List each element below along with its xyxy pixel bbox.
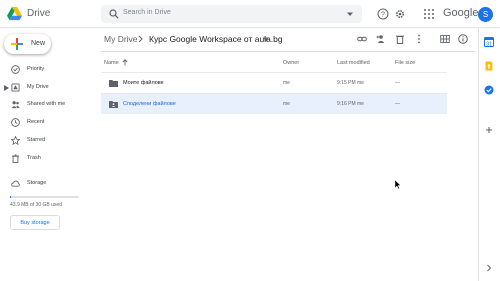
search-input[interactable]: Search in Drive xyxy=(123,9,171,16)
google-wordmark[interactable]: Google xyxy=(443,7,478,19)
sidebar-item-label: Priority xyxy=(27,66,45,72)
file-last-modified: 9:16 PM me xyxy=(337,101,364,107)
account-avatar[interactable]: S xyxy=(478,7,493,22)
keep-icon[interactable] xyxy=(484,61,494,71)
plus-icon xyxy=(11,38,23,50)
sidebar-item-label: Trash xyxy=(27,155,41,161)
buy-storage-button[interactable]: Buy storage xyxy=(10,215,60,230)
grid-view-icon[interactable] xyxy=(440,34,450,44)
storage-progress-fill xyxy=(10,196,12,198)
file-size: — xyxy=(395,101,400,107)
tasks-icon[interactable] xyxy=(484,85,494,95)
breadcrumb-my-drive[interactable]: My Drive xyxy=(104,34,138,44)
file-last-modified: 9:15 PM me xyxy=(337,80,364,86)
sidebar-item-label: My Drive xyxy=(27,84,49,90)
more-vertical-icon[interactable] xyxy=(414,34,424,44)
checkbox-icon xyxy=(11,65,20,74)
search-options-icon[interactable] xyxy=(346,10,354,18)
trash-icon xyxy=(11,154,20,163)
sidebar-item-label: Starred xyxy=(27,137,46,143)
settings-gear-icon[interactable] xyxy=(394,8,406,20)
side-panel: 31 xyxy=(478,28,500,281)
column-header-file-size[interactable]: File size xyxy=(395,60,415,66)
mouse-cursor-icon xyxy=(395,180,401,189)
trash-icon[interactable] xyxy=(395,34,405,44)
column-header-owner[interactable]: Owner xyxy=(283,60,299,66)
sidebar-item-label: Storage xyxy=(27,180,47,186)
storage-usage-text: 43.9 MB of 30 GB used xyxy=(10,202,62,208)
table-row-selected[interactable]: Споделени файлове me 9:16 PM me — xyxy=(101,93,447,114)
storage-progress-bar xyxy=(10,196,79,198)
help-icon[interactable]: ? xyxy=(377,8,389,20)
add-person-icon[interactable] xyxy=(376,34,386,44)
svg-text:31: 31 xyxy=(486,41,492,47)
file-owner: me xyxy=(283,101,290,107)
info-icon[interactable] xyxy=(458,34,468,44)
apps-grid-icon[interactable] xyxy=(423,8,435,20)
folder-icon xyxy=(109,80,118,87)
sort-arrow-up-icon[interactable] xyxy=(122,59,128,66)
header-divider xyxy=(101,51,475,52)
shared-folder-icon xyxy=(109,101,118,108)
sidebar-item-storage[interactable]: Storage xyxy=(0,176,95,192)
new-button[interactable]: New xyxy=(4,34,51,54)
drive-logo-icon[interactable] xyxy=(7,6,22,21)
chevron-right-icon[interactable] xyxy=(484,263,494,273)
file-owner: me xyxy=(283,80,290,86)
clock-icon xyxy=(11,118,20,127)
sidebar-item-trash[interactable]: Trash xyxy=(0,151,95,167)
search-icon[interactable] xyxy=(109,9,119,19)
sidebar-item-starred[interactable]: Starred xyxy=(0,133,95,149)
expand-caret-icon[interactable] xyxy=(4,85,9,91)
sidebar-item-shared-with-me[interactable]: Shared with me xyxy=(0,97,95,113)
column-header-name[interactable]: Name xyxy=(104,60,119,66)
sidebar-item-my-drive[interactable]: My Drive xyxy=(0,80,95,96)
top-bar: Drive Search in Drive ? Google S xyxy=(0,0,500,28)
calendar-icon[interactable]: 31 xyxy=(484,37,494,47)
app-name[interactable]: Drive xyxy=(27,8,50,19)
svg-text:?: ? xyxy=(381,12,385,19)
sidebar-item-priority[interactable]: Priority xyxy=(0,62,95,78)
sidebar-item-label: Recent xyxy=(27,119,45,125)
column-header-last-modified[interactable]: Last modified xyxy=(337,60,370,66)
people-icon xyxy=(11,101,20,109)
link-icon[interactable] xyxy=(357,34,367,44)
buy-storage-label: Buy storage xyxy=(20,220,50,226)
new-button-label: New xyxy=(31,40,46,47)
sidebar-item-label: Shared with me xyxy=(27,101,66,107)
chevron-right-icon xyxy=(138,35,143,43)
star-icon xyxy=(11,136,20,145)
file-size: — xyxy=(395,80,400,86)
add-addon-plus-icon[interactable] xyxy=(484,125,494,135)
sidebar-item-recent[interactable]: Recent xyxy=(0,115,95,131)
search-bar[interactable]: Search in Drive xyxy=(101,5,362,23)
drive-icon xyxy=(11,83,20,92)
table-row[interactable]: Моите файлове me 9:15 PM me — xyxy=(101,72,447,93)
cloud-icon xyxy=(11,180,20,187)
chevron-down-icon[interactable] xyxy=(263,37,269,42)
file-name: Споделени файлове xyxy=(123,101,176,107)
file-name: Моите файлове xyxy=(123,80,164,86)
